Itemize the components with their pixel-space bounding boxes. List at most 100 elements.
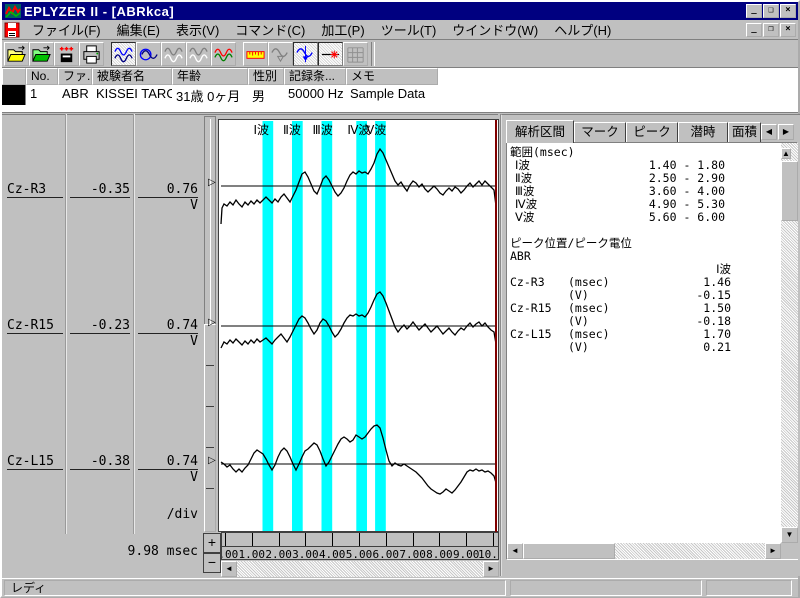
- baseline-marker-icon[interactable]: ▷: [208, 317, 216, 328]
- tab-latency[interactable]: 潜時: [678, 122, 728, 142]
- tab-scroll-right-icon[interactable]: ▶: [778, 124, 794, 140]
- scroll-right-icon[interactable]: ►: [483, 561, 499, 577]
- header-sex[interactable]: 性別: [248, 68, 284, 85]
- mdi-minimize-icon[interactable]: _: [746, 23, 762, 37]
- peak-mark-disabled-button[interactable]: [268, 42, 293, 66]
- menu-help[interactable]: ヘルプ(H): [546, 18, 619, 41]
- vertical-scrollbar-thumb[interactable]: [204, 324, 216, 532]
- wave-label: Ⅴ波: [510, 211, 630, 224]
- time-tick: [493, 533, 494, 546]
- display-overlay-button[interactable]: [211, 42, 236, 66]
- header-name[interactable]: 被験者名: [92, 68, 172, 85]
- tab-mark[interactable]: マーク: [574, 122, 626, 142]
- scroll-up-icon[interactable]: ▲: [781, 148, 791, 159]
- header-recording[interactable]: 記録条...: [284, 68, 346, 85]
- panel-vertical-scrollbar[interactable]: ▲ ▼: [781, 143, 798, 543]
- close-icon[interactable]: ×: [780, 4, 796, 18]
- measure-ruler-button[interactable]: [243, 42, 268, 66]
- range-row: Ⅴ波5.60 - 6.00: [510, 211, 778, 224]
- channel-latency[interactable]: -0.23: [70, 318, 130, 334]
- channel-name[interactable]: Cz-L15: [7, 454, 63, 470]
- panel-horizontal-scrollbar[interactable]: ◄ ►: [507, 543, 781, 559]
- grid-button[interactable]: [343, 42, 368, 66]
- window-title: EPLYZER II - [ABRkca]: [24, 4, 174, 19]
- scroll-down-icon[interactable]: ▼: [781, 527, 798, 543]
- header-no[interactable]: No.: [26, 68, 58, 85]
- menu-file[interactable]: ファイル(F): [24, 18, 109, 41]
- waves-disabled-a-button[interactable]: [161, 42, 186, 66]
- append-data-button[interactable]: [54, 42, 79, 66]
- channel-name[interactable]: Cz-R3: [7, 182, 63, 198]
- channel-amplitude[interactable]: 0.74: [138, 454, 198, 470]
- tab-analysis-range[interactable]: 解析区間: [506, 120, 574, 143]
- open-file-2-button[interactable]: [29, 42, 54, 66]
- waves-gray-icon: [163, 44, 184, 65]
- menu-edit[interactable]: 編集(E): [109, 18, 168, 41]
- channel-amplitude[interactable]: 0.74: [138, 318, 198, 334]
- scroll-right-icon[interactable]: ►: [765, 543, 781, 559]
- peak-row: Cz-L15(msec)1.70: [510, 328, 778, 341]
- printer-icon: [81, 44, 102, 65]
- channel-unit: V: [138, 470, 198, 485]
- menu-window[interactable]: ウインドウ(W): [444, 18, 546, 41]
- time-tick-label: 2.00: [264, 548, 294, 560]
- channel-name[interactable]: Cz-R15: [7, 318, 63, 334]
- toolbar-separator: [371, 42, 375, 66]
- range-row: Ⅲ波3.60 - 4.00: [510, 185, 778, 198]
- tab-scroll-left-icon[interactable]: ◀: [761, 124, 777, 140]
- scroll-left-icon[interactable]: ◄: [221, 561, 237, 577]
- tab-area[interactable]: 面積: [728, 122, 761, 142]
- peak-mark-button[interactable]: [293, 42, 318, 66]
- cell-file: ABR: [58, 85, 92, 105]
- menu-tools[interactable]: ツール(T): [373, 18, 445, 41]
- open-folder-green-icon: [31, 44, 52, 65]
- tab-peak[interactable]: ピーク: [626, 122, 678, 142]
- header-memo[interactable]: メモ: [346, 68, 438, 85]
- baseline-marker-icon[interactable]: ▷: [208, 455, 216, 466]
- menu-view[interactable]: 表示(V): [168, 18, 227, 41]
- horizontal-scrollbar[interactable]: ◄ ►: [221, 561, 499, 577]
- column-divider: [133, 114, 135, 534]
- row-selector[interactable]: [2, 85, 26, 105]
- open-file-button[interactable]: [4, 42, 29, 66]
- waveform-canvas[interactable]: [218, 119, 499, 532]
- scroll-left-icon[interactable]: ◄: [507, 543, 523, 559]
- channel-latency[interactable]: -0.38: [70, 454, 130, 470]
- baseline-marker-icon[interactable]: ▷: [208, 177, 216, 188]
- header-age[interactable]: 年齢: [172, 68, 248, 85]
- print-button[interactable]: [79, 42, 104, 66]
- scrollbar-thumb[interactable]: [523, 543, 615, 559]
- table-row[interactable]: 1 ABR KISSEI TARO 31歳 0ヶ月 男 50000 Hz Sam…: [2, 85, 798, 105]
- wave-band-label: Ⅲ波: [312, 121, 332, 138]
- timebase-label: 9.98 msec: [62, 544, 198, 559]
- range-row: Ⅳ波4.90 - 5.30: [510, 198, 778, 211]
- time-tick-label: 8.00: [424, 548, 454, 560]
- channel-unit: V: [138, 334, 198, 349]
- time-tick-label: 3.00: [290, 548, 320, 560]
- minimize-icon[interactable]: _: [746, 4, 762, 18]
- marker-line-button[interactable]: [318, 42, 343, 66]
- time-tick: [305, 533, 306, 546]
- mdi-restore-icon[interactable]: ❐: [763, 23, 779, 37]
- waves-disabled-b-button[interactable]: [186, 42, 211, 66]
- menu-process[interactable]: 加工(P): [313, 18, 372, 41]
- wave-circle-icon: [138, 44, 159, 65]
- channel-latency[interactable]: -0.35: [70, 182, 130, 198]
- menu-command[interactable]: コマンド(C): [227, 18, 313, 41]
- zoom-in-button[interactable]: +: [203, 533, 221, 553]
- header-selector[interactable]: [2, 68, 26, 85]
- mdi-close-icon[interactable]: ×: [780, 23, 796, 37]
- channel-amplitude[interactable]: 0.76: [138, 182, 198, 198]
- zoom-out-button[interactable]: −: [203, 553, 221, 573]
- display-xy-button[interactable]: [136, 42, 161, 66]
- time-tick-label: 9.00: [451, 548, 481, 560]
- display-waves-button[interactable]: [111, 42, 136, 66]
- app-window: EPLYZER II - [ABRkca] _ ❑ × ファイル(F) 編集(E…: [0, 0, 800, 598]
- scrollbar-thumb[interactable]: [781, 161, 798, 221]
- group-label: ABR: [510, 250, 778, 263]
- analysis-content: 範囲(msec) Ⅰ波1.40 - 1.80 Ⅱ波2.50 - 2.90 Ⅲ波3…: [506, 142, 798, 560]
- maximize-icon[interactable]: ❑: [763, 4, 779, 18]
- header-file[interactable]: ファ...: [58, 68, 92, 85]
- wave-band-label: Ⅴ波: [366, 121, 386, 138]
- wave-triangle-gray-icon: [270, 44, 291, 65]
